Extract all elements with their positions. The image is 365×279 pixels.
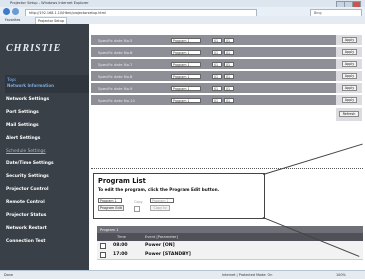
search-engine-label: Bing [314, 10, 322, 15]
copy-label: Copy [134, 200, 143, 204]
sidebar-item-mail-settings[interactable]: Mail Settings [6, 123, 39, 128]
event-name: Power [STANDBY] [145, 252, 191, 257]
event-name: Power [ON] [145, 243, 175, 248]
main-content: Specific date No.5 Program 1 01 01 Apply… [89, 24, 365, 270]
sidebar-item-projector-control[interactable]: Projector Control [6, 187, 48, 192]
day-select[interactable]: 01 [224, 85, 234, 91]
time-column-header: Time [117, 235, 126, 239]
program-select[interactable]: Program 1 [171, 37, 201, 43]
month-select[interactable]: 01 [212, 37, 222, 43]
specific-date-label: Specific date No.9 [98, 86, 133, 91]
table-row: 17:00 Power [STANDBY] [97, 250, 363, 260]
specific-date-label: Specific date No.7 [98, 62, 133, 67]
apply-cell: Apply [336, 47, 362, 57]
day-select[interactable]: 01 [224, 37, 234, 43]
zoom-level[interactable]: 100% [336, 273, 346, 277]
copy-to-button[interactable]: Copy to [150, 205, 170, 211]
program-edit-button[interactable]: Program Edit [98, 205, 124, 211]
window-title: Projector Setup - Windows Internet Explo… [10, 1, 89, 5]
specific-date-label: Specific date No.5 [98, 38, 133, 43]
month-select[interactable]: 01 [212, 85, 222, 91]
row-checkbox[interactable] [100, 252, 106, 258]
apply-button[interactable]: Apply [342, 73, 357, 79]
day-select[interactable]: 01 [224, 97, 234, 103]
event-column-header: Event [Parameter] [145, 235, 178, 239]
apply-cell: Apply [336, 95, 362, 105]
program-table-title: Program 1 [100, 227, 119, 232]
row-checkbox[interactable] [100, 243, 106, 249]
day-select[interactable]: 01 [224, 73, 234, 79]
apply-cell: Apply [336, 35, 362, 45]
favorites-button[interactable]: Favorites [3, 17, 22, 24]
sidebar-top-label: Top: [7, 77, 17, 82]
callout-line [263, 143, 363, 175]
specific-date-row: Specific date No.9 Program 1 01 01 [91, 83, 336, 93]
apply-cell: Apply [336, 71, 362, 81]
apply-button[interactable]: Apply [342, 61, 357, 67]
specific-date-row: Specific date No.7 Program 1 01 01 [91, 59, 336, 69]
sidebar-item-network-settings[interactable]: Network Settings [6, 97, 49, 102]
program-table-header: Program 1 [97, 226, 363, 233]
program-select[interactable]: Program 1 [171, 85, 201, 91]
program-select[interactable]: Program 1 [98, 198, 122, 203]
program-select[interactable]: Program 1 [171, 97, 201, 103]
month-select[interactable]: 01 [212, 49, 222, 55]
sidebar-top-title: Network Information [7, 83, 54, 88]
specific-date-label: Specific date No.6 [98, 50, 133, 55]
forward-icon[interactable] [12, 8, 19, 15]
program-list-panel: Program List To edit the program, click … [93, 173, 265, 219]
specific-date-row: Specific date No.6 Program 1 01 01 [91, 47, 336, 57]
apply-button[interactable]: Apply [342, 49, 357, 55]
specific-date-row: Specific date No.5 Program 1 01 01 [91, 35, 336, 45]
event-time: 08:00 [113, 243, 128, 248]
refresh-button[interactable]: Refresh [339, 111, 359, 117]
specific-date-label: Specific date No.10 [98, 98, 135, 103]
apply-cell: Apply [336, 59, 362, 69]
program-select[interactable]: Program 1 [171, 61, 201, 67]
apply-button[interactable]: Apply [342, 85, 357, 91]
address-url: http://192.168.1.10/Html/projectorsetup.… [29, 10, 106, 15]
specific-date-label: Specific date No.8 [98, 74, 133, 79]
specific-date-row: Specific date No.10 Program 1 01 01 [91, 95, 336, 105]
sidebar-top-link[interactable]: Top: Network Information [5, 75, 89, 93]
apply-cell: Apply [336, 83, 362, 93]
sidebar-item-projector-status[interactable]: Projector Status [6, 213, 46, 218]
section-divider [91, 168, 363, 170]
address-bar-row: http://192.168.1.10/Html/projectorsetup.… [0, 7, 365, 17]
sidebar-item-port-settings[interactable]: Port Settings [6, 110, 39, 115]
month-select[interactable]: 01 [212, 61, 222, 67]
browser-title-bar: Projector Setup - Windows Internet Explo… [0, 0, 365, 8]
day-select[interactable]: 01 [224, 49, 234, 55]
day-select[interactable]: 01 [224, 61, 234, 67]
copy-target-select[interactable]: Program 1 [150, 198, 174, 203]
status-text: Done [4, 273, 13, 277]
month-select[interactable]: 01 [212, 97, 222, 103]
program-table-columns: Time Event [Parameter] [97, 233, 363, 241]
month-select[interactable]: 01 [212, 73, 222, 79]
specific-date-row: Specific date No.8 Program 1 01 01 [91, 71, 336, 81]
security-zone: Internet | Protected Mode: On [222, 273, 273, 277]
copy-checkbox[interactable] [134, 206, 140, 212]
sidebar-item-schedule-settings[interactable]: Schedule Settings [6, 149, 46, 154]
program-list-title: Program List [98, 177, 146, 185]
sidebar: CHRISTIE Top: Network Information Networ… [0, 24, 89, 270]
event-time: 17:00 [113, 252, 128, 257]
sidebar-item-connection-test[interactable]: Connection Test [6, 239, 45, 244]
apply-button[interactable]: Apply [342, 37, 357, 43]
sidebar-item-network-restart[interactable]: Network Restart [6, 226, 47, 231]
apply-button[interactable]: Apply [342, 97, 357, 103]
refresh-cell: Refresh [336, 108, 362, 121]
sidebar-item-alert-settings[interactable]: Alert Settings [6, 136, 40, 141]
program-select[interactable]: Program 1 [171, 49, 201, 55]
christie-logo: CHRISTIE [6, 43, 62, 54]
program-select[interactable]: Program 1 [171, 73, 201, 79]
program-list-instruction: To edit the program, click the Program E… [98, 187, 220, 192]
sidebar-item-remote-control[interactable]: Remote Control [6, 200, 45, 205]
sidebar-item-date-time-settings[interactable]: Date/Time Settings [6, 161, 54, 166]
sidebar-item-security-settings[interactable]: Security Settings [6, 174, 49, 179]
back-icon[interactable] [3, 8, 10, 15]
